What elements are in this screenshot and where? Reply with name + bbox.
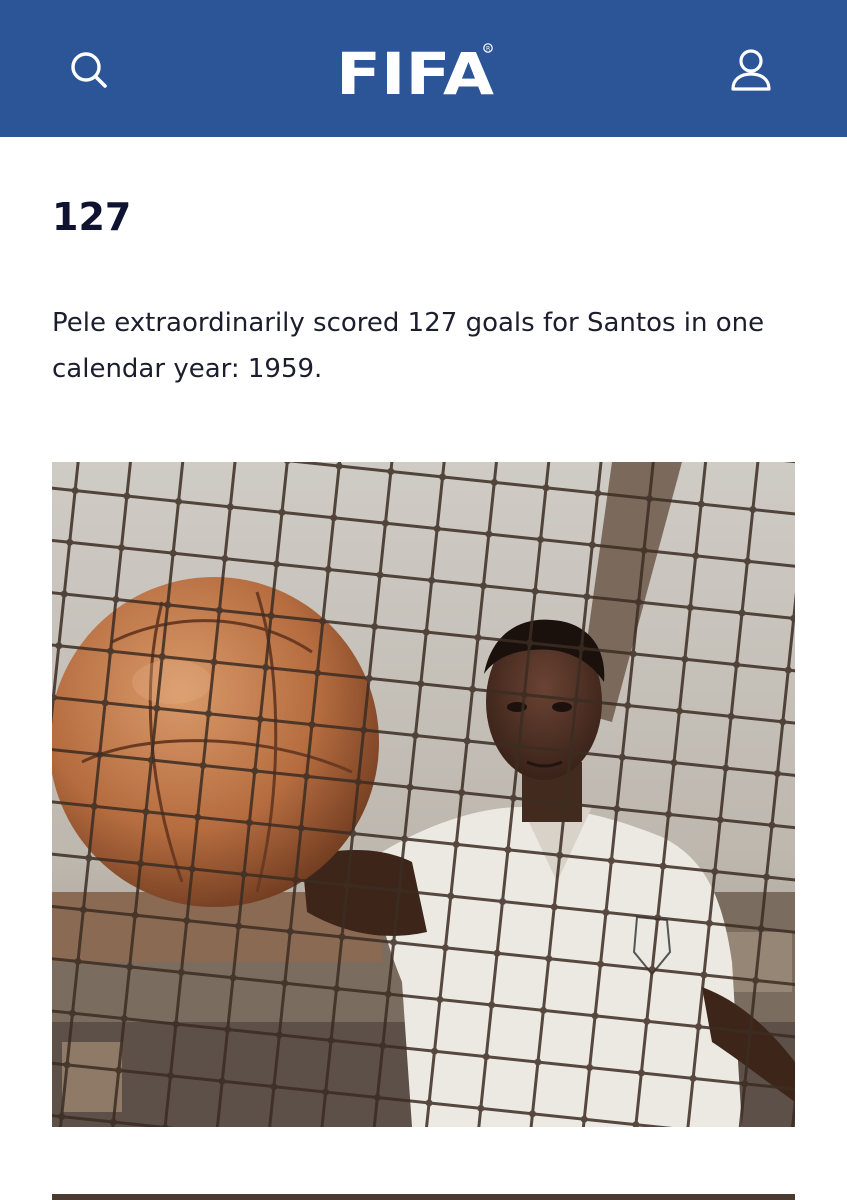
search-button[interactable]	[57, 38, 121, 102]
top-nav-bar: FIFA R	[0, 0, 847, 137]
stat-headline: 127	[52, 195, 132, 239]
next-content-edge	[52, 1194, 795, 1200]
pele-photo-illustration	[52, 462, 795, 1127]
user-icon	[731, 49, 771, 91]
account-button[interactable]	[719, 38, 783, 102]
search-icon	[71, 52, 107, 88]
svg-text:FIFA: FIFA	[336, 40, 494, 102]
article-page: FIFA R 127 Pele extraordinarily scored 1…	[0, 0, 847, 1200]
svg-text:R: R	[486, 46, 490, 53]
fifa-logo[interactable]: FIFA R	[336, 36, 511, 102]
article-paragraph: Pele extraordinarily scored 127 goals fo…	[52, 308, 765, 384]
article-photo	[52, 462, 795, 1127]
